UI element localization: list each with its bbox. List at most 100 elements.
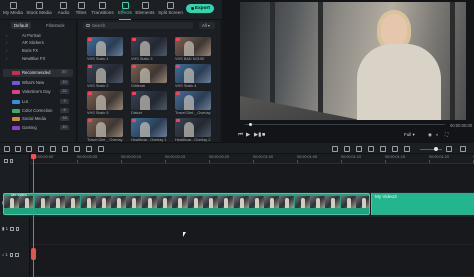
next-frame-icon[interactable]: ▶▮ xyxy=(254,132,261,138)
color-icon[interactable] xyxy=(86,146,92,152)
track-lane-empty[interactable] xyxy=(30,165,474,193)
sidebar-item-what-s-new[interactable]: What's New 10 xyxy=(3,79,73,87)
lock-icon[interactable] xyxy=(10,227,14,231)
delete-icon[interactable] xyxy=(38,146,44,152)
prev-frame-icon[interactable]: ⏮ xyxy=(238,132,243,138)
zoom-slider[interactable] xyxy=(420,148,442,150)
timeline-settings-icon[interactable] xyxy=(460,146,466,152)
effect-card[interactable]: VHS Static 1 xyxy=(87,37,123,61)
search-input[interactable]: Search xyxy=(83,22,193,29)
tab-elements[interactable]: Elements xyxy=(135,1,155,19)
sidebar-item-color-correction[interactable]: Color Correction 8 xyxy=(3,107,73,115)
redo-icon[interactable] xyxy=(26,146,32,152)
tab-split-screen[interactable]: Split Screen xyxy=(157,1,184,19)
premium-badge-icon xyxy=(88,92,92,95)
effects-panel: Search All ▾ VHS Static 1 VHS Static 3 VHS… xyxy=(78,20,220,142)
crop-icon[interactable] xyxy=(62,146,68,152)
zoom-handle[interactable] xyxy=(434,146,438,151)
video-clip-2[interactable]: My Video3 xyxy=(371,193,474,215)
quality-select[interactable]: Full ▾ xyxy=(404,132,415,138)
effect-card[interactable]: VHS Static 5 xyxy=(87,91,123,115)
clip-frame-thumbnail xyxy=(202,196,218,208)
effect-card[interactable]: VHS Static 3 xyxy=(131,37,167,61)
stop-icon[interactable]: ■ xyxy=(262,132,265,138)
effect-card[interactable]: VHS Static 4 xyxy=(175,64,211,88)
clip-frame-thumbnail xyxy=(126,196,142,208)
voiceover-icon[interactable] xyxy=(356,146,362,152)
app-window: My Media Stock Media Audio Titles Transi… xyxy=(0,0,474,277)
playhead[interactable] xyxy=(31,154,36,277)
volume-icon[interactable]: ◐ xyxy=(436,132,439,138)
effect-card[interactable]: Healthcar...Overlay 2 xyxy=(175,118,211,142)
effect-card[interactable]: Distort xyxy=(131,91,167,115)
effect-card[interactable]: VHS Static 2 xyxy=(87,64,123,88)
music-icon xyxy=(60,2,67,9)
tab-stock-media[interactable]: Stock Media xyxy=(25,1,53,19)
clip-frame-thumbnail xyxy=(49,196,65,208)
effect-card[interactable]: Travel Diet _ Overlay 2 xyxy=(87,118,123,142)
tab-titles[interactable]: Titles xyxy=(74,1,88,19)
sidebar-item-social-media[interactable]: Social Media 18 xyxy=(3,115,73,123)
premium-badge-icon xyxy=(132,92,136,95)
premium-badge-icon xyxy=(176,65,180,68)
fullscreen-icon[interactable]: ⛶ xyxy=(445,132,448,138)
play-icon[interactable]: ▶ xyxy=(246,132,250,138)
sidebar-item-newblue-fx[interactable]: › NewBlue FX xyxy=(3,55,73,63)
link-icon[interactable] xyxy=(9,159,13,163)
ruler-label: 00:00:01:05 xyxy=(297,155,318,159)
zoom-out-icon[interactable] xyxy=(404,146,410,152)
snapshot-icon[interactable]: ◉ xyxy=(428,132,432,138)
mic-icon[interactable] xyxy=(368,146,374,152)
sidebar-item-valentine-s-day[interactable]: Valentine's Day 22 xyxy=(3,88,73,96)
player-scrubber[interactable] xyxy=(245,123,445,126)
track-lane-video-1[interactable] xyxy=(30,217,474,245)
tab-default[interactable]: Default xyxy=(11,22,31,29)
zoom-in-icon[interactable] xyxy=(446,146,452,152)
render-icon[interactable] xyxy=(332,146,338,152)
tab-filmstock[interactable]: Filmstock xyxy=(43,22,68,29)
sidebar-item-ar-stickers[interactable]: › AR Stickers xyxy=(3,39,73,47)
video-clip[interactable]: My Video xyxy=(3,193,370,215)
speaker-icon[interactable] xyxy=(15,253,19,257)
tab-effects[interactable]: Effects xyxy=(117,1,133,20)
timeline-tracks xyxy=(30,165,474,277)
sidebar-item-gaming[interactable]: Gaming 10 xyxy=(3,124,73,132)
text-icon xyxy=(77,2,85,9)
timeline-ruler[interactable]: 00:00:00:00 00:00:00:05 00:00:00:10 00:00:0… xyxy=(30,154,474,164)
effect-card[interactable]: Healthcar...Overlay 1 xyxy=(131,118,167,142)
tab-audio[interactable]: Audio xyxy=(55,1,72,19)
layout-icon[interactable] xyxy=(4,146,10,152)
ruler-tick xyxy=(341,160,342,163)
eye-icon[interactable] xyxy=(15,227,20,231)
effects-icon xyxy=(121,2,129,9)
snap-icon[interactable] xyxy=(392,146,398,152)
undo-icon[interactable] xyxy=(15,146,21,152)
ruler-label: 00:00:01:10 xyxy=(341,155,362,159)
chevron-right-icon: › xyxy=(6,48,8,53)
filter-dropdown[interactable]: All ▾ xyxy=(199,22,215,29)
count-badge: 10 xyxy=(60,125,69,131)
audio-edit-icon[interactable] xyxy=(98,146,104,152)
effect-card[interactable]: VHS BAD NOISE xyxy=(175,37,211,61)
sidebar-item-lut[interactable]: Lut 3 xyxy=(3,98,73,106)
effect-card[interactable]: Travel Diet _ Overlay 1 xyxy=(175,91,211,115)
detach-icon[interactable] xyxy=(380,146,386,152)
sidebar-item-boris-fx[interactable]: › Boris FX xyxy=(3,47,73,55)
scrubber-handle[interactable] xyxy=(249,123,252,126)
sidebar-item-recommended[interactable]: Recommended 57 xyxy=(3,69,73,77)
cut-icon[interactable] xyxy=(50,146,56,152)
export-button[interactable]: Export xyxy=(186,4,214,13)
ruler-tick xyxy=(385,160,386,163)
add-track-icon[interactable] xyxy=(4,159,8,163)
speed-icon[interactable] xyxy=(74,146,80,152)
clip-frame-thumbnail xyxy=(4,196,19,208)
tab-my-media[interactable]: My Media xyxy=(3,1,23,19)
track-lane-audio-1[interactable] xyxy=(30,245,474,277)
marker-icon[interactable] xyxy=(344,146,350,152)
effect-card[interactable]: Glitterati xyxy=(131,64,167,88)
tab-transitions[interactable]: Transitions xyxy=(90,1,115,19)
track-headers: ▮ 2 ▮ 1 ♪ 1 xyxy=(0,154,30,277)
ruler-tick xyxy=(77,160,78,163)
split-screen-icon xyxy=(167,2,174,9)
lock-icon[interactable] xyxy=(9,253,14,257)
